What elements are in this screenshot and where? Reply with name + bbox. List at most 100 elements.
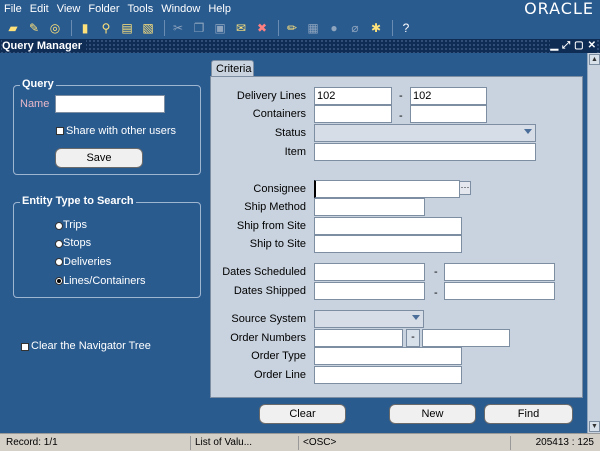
order-type-field[interactable] (314, 347, 462, 365)
cut-icon[interactable]: ✂ (169, 19, 187, 37)
containers-to-field[interactable] (410, 105, 487, 123)
order-line-field[interactable] (314, 366, 462, 384)
radio-stops[interactable] (55, 240, 63, 248)
order-numbers-dash-button: - (406, 329, 420, 347)
position-indicator: 205413 : 125 (510, 436, 598, 450)
chevron-down-icon[interactable] (412, 315, 420, 320)
new-button[interactable]: New (389, 404, 476, 424)
menu-bar: File Edit View Folder Tools Window Help … (0, 0, 600, 17)
menu-tools[interactable]: Tools (124, 3, 158, 15)
attachment-icon[interactable]: ▦ (304, 19, 322, 37)
record-indicator: Record: 1/1 (6, 437, 58, 448)
maximize-icon[interactable]: ▢ (574, 39, 583, 53)
toolbar-separator (278, 20, 279, 36)
settings-icon[interactable]: ✱ (367, 19, 385, 37)
status-bar: Record: 1/1 List of Valu... <OSC> 205413… (0, 433, 600, 451)
radio-trips-label: Trips (63, 219, 88, 231)
consignee-field[interactable] (314, 180, 460, 198)
menu-help[interactable]: Help (204, 3, 235, 15)
status-label: Status (274, 127, 306, 139)
dates-shipped-dash: - (434, 287, 438, 299)
navigator-icon[interactable]: ✎ (25, 19, 43, 37)
dates-shipped-label: Dates Shipped (233, 285, 306, 297)
oracle-logo: ORACLE (524, 0, 594, 18)
chevron-down-icon[interactable] (524, 129, 532, 134)
minimize-icon[interactable]: ▁ (550, 39, 558, 53)
zoom-icon[interactable]: ◎ (46, 19, 64, 37)
delivery-lines-label: Delivery Lines (236, 90, 306, 102)
containers-label: Containers (252, 108, 306, 120)
open-folder-icon[interactable]: ▮ (76, 19, 94, 37)
clear-icon[interactable]: ● (325, 19, 343, 37)
radio-lines-containers[interactable] (55, 277, 63, 285)
containers-from-field[interactable] (314, 105, 392, 123)
order-type-label: Order Type (251, 350, 306, 362)
radio-deliveries[interactable] (55, 258, 63, 266)
clear-tree-checkbox[interactable] (21, 343, 29, 351)
order-numbers-to-field[interactable] (422, 329, 510, 347)
ship-method-label: Ship Method (244, 201, 306, 213)
item-field[interactable] (314, 143, 536, 161)
consignee-lov-button[interactable]: ··· (459, 181, 471, 195)
save-folder-icon[interactable]: ▧ (139, 19, 157, 37)
ship-to-site-label: Ship to Site (249, 238, 306, 250)
dates-shipped-to-field[interactable] (444, 282, 555, 300)
ship-to-site-field[interactable] (314, 235, 462, 253)
tab-criteria[interactable]: Criteria (211, 60, 254, 77)
restore-icon[interactable]: ⤢ (562, 39, 570, 53)
new-record-icon[interactable]: ✉ (232, 19, 250, 37)
entity-type-legend: Entity Type to Search (20, 195, 136, 207)
toolbar-separator (164, 20, 165, 36)
help-icon[interactable]: ? (397, 19, 415, 37)
folder-tools-icon[interactable]: ⌀ (346, 19, 364, 37)
menu-file[interactable]: File (0, 3, 26, 15)
toolbar: ▰ ✎ ◎ ▮ ⚲ ▤ ▧ ✂ ❐ ▣ ✉ ✖ ✏ ▦ ● ⌀ ✱ ? (0, 17, 600, 39)
share-label: Share with other users (66, 125, 177, 137)
save-button[interactable]: Save (55, 148, 143, 168)
order-line-label: Order Line (254, 369, 306, 381)
menu-folder[interactable]: Folder (84, 3, 123, 15)
copy-icon[interactable]: ❐ (190, 19, 208, 37)
print-icon[interactable]: ▤ (118, 19, 136, 37)
clear-tree-label: Clear the Navigator Tree (31, 340, 151, 352)
source-system-select[interactable] (314, 310, 424, 328)
menu-view[interactable]: View (53, 3, 85, 15)
ship-method-field[interactable] (314, 198, 425, 216)
order-numbers-from-field[interactable] (314, 329, 403, 347)
new-icon[interactable]: ▰ (4, 19, 22, 37)
dates-scheduled-to-field[interactable] (444, 263, 555, 281)
radio-deliveries-label: Deliveries (63, 256, 112, 268)
find-button[interactable]: Find (484, 404, 573, 424)
toolbar-separator (392, 20, 393, 36)
find-icon[interactable]: ⚲ (97, 19, 115, 37)
osc-indicator: <OSC> (298, 436, 433, 450)
dates-shipped-from-field[interactable] (314, 282, 425, 300)
consignee-label: Consignee (253, 183, 306, 195)
paste-icon[interactable]: ▣ (211, 19, 229, 37)
query-name-field[interactable] (55, 95, 165, 113)
delete-record-icon[interactable]: ✖ (253, 19, 271, 37)
share-checkbox[interactable] (56, 127, 64, 135)
name-label: Name (20, 98, 50, 110)
edit-icon[interactable]: ✏ (283, 19, 301, 37)
close-icon[interactable]: ✕ (588, 39, 596, 53)
menu-edit[interactable]: Edit (26, 3, 53, 15)
radio-lines-containers-label: Lines/Containers (63, 275, 146, 287)
status-select[interactable] (314, 124, 536, 142)
delivery-lines-from-field[interactable]: 102 (314, 87, 392, 105)
delivery-lines-to-field[interactable]: 102 (410, 87, 487, 105)
containers-dash: - (399, 110, 403, 122)
vertical-scrollbar[interactable]: ▲ ▼ (587, 53, 600, 433)
query-legend: Query (20, 78, 56, 90)
dates-scheduled-from-field[interactable] (314, 263, 425, 281)
lov-indicator: List of Valu... (190, 436, 298, 450)
ship-from-site-field[interactable] (314, 217, 462, 235)
clear-button[interactable]: Clear (259, 404, 346, 424)
scroll-down-icon[interactable]: ▼ (589, 421, 600, 432)
radio-trips[interactable] (55, 222, 63, 230)
menu-window[interactable]: Window (157, 3, 204, 15)
delivery-lines-dash: - (399, 90, 403, 102)
window-controls: ▁ ⤢ ▢ ✕ (550, 39, 596, 53)
scroll-up-icon[interactable]: ▲ (589, 54, 600, 65)
dates-scheduled-label: Dates Scheduled (222, 266, 306, 278)
